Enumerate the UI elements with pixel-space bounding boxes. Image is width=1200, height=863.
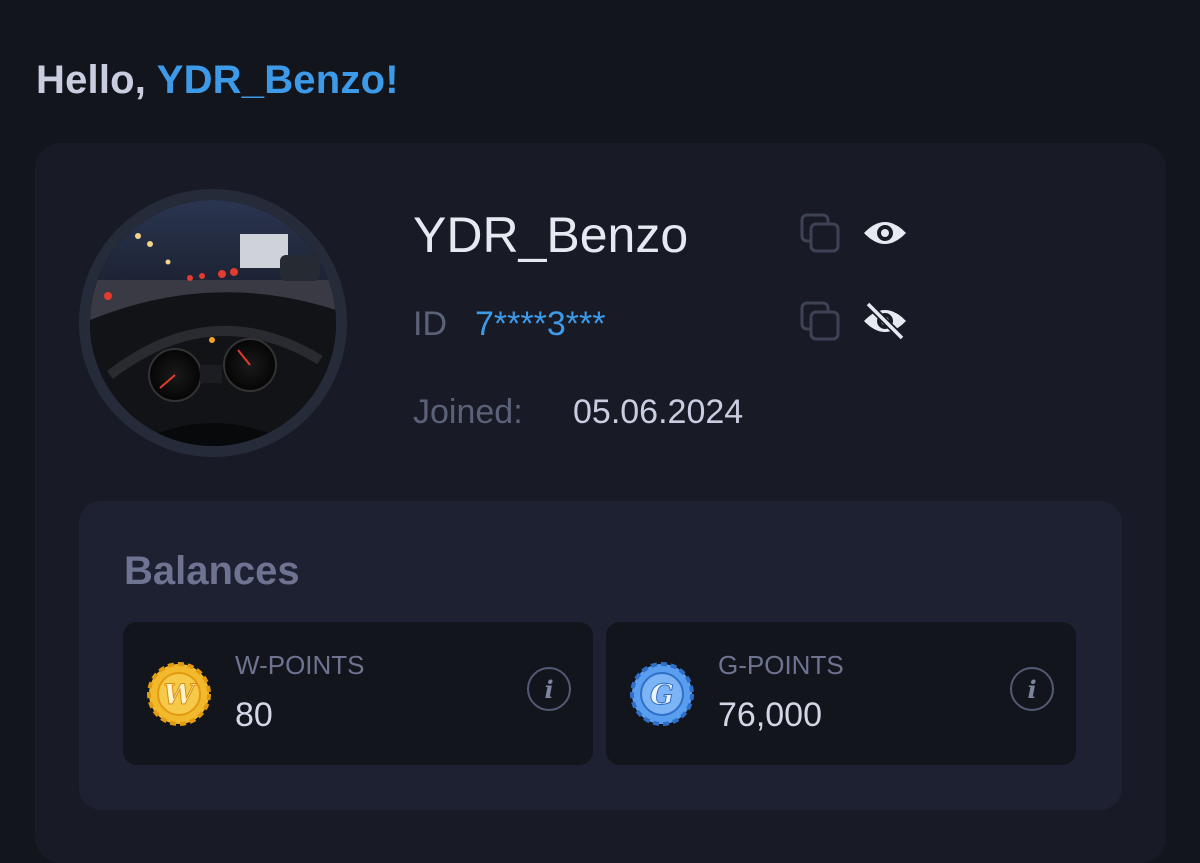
eye-icon: [864, 222, 906, 244]
balance-tile-g-points: G G-POINTS 76,000 i: [606, 622, 1076, 765]
avatar[interactable]: [79, 189, 347, 457]
eye-off-icon: [864, 301, 906, 341]
copy-id-button[interactable]: [797, 298, 843, 344]
w-points-label: W-POINTS: [235, 650, 365, 680]
avatar-photo: [90, 200, 336, 446]
copy-icon: [800, 213, 840, 253]
w-coin-icon: W: [147, 662, 211, 726]
g-points-value: 76,000: [718, 696, 822, 734]
id-label: ID: [413, 305, 447, 343]
joined-date: 05.06.2024: [573, 393, 744, 431]
toggle-id-visibility-button[interactable]: [862, 298, 908, 344]
balances-title: Balances: [124, 549, 300, 593]
svg-text:G: G: [650, 678, 674, 711]
joined-label: Joined:: [413, 393, 523, 431]
w-points-info-button[interactable]: i: [527, 667, 571, 711]
info-icon: i: [544, 674, 554, 704]
greeting-username: YDR_Benzo!: [156, 58, 399, 102]
greeting-prefix: Hello,: [36, 58, 157, 102]
profile-name: YDR_Benzo: [413, 207, 689, 263]
balances-panel: Balances W W-POINTS 80 i G G-POINTS 76,0…: [79, 501, 1122, 810]
greeting-heading: Hello, YDR_Benzo!: [36, 58, 399, 103]
copy-icon: [800, 301, 840, 341]
svg-text:W: W: [163, 678, 197, 711]
toggle-name-visibility-button[interactable]: [862, 210, 908, 256]
id-value: 7****3***: [475, 305, 606, 343]
balance-tile-w-points: W W-POINTS 80 i: [123, 622, 593, 765]
copy-name-button[interactable]: [797, 210, 843, 256]
g-points-label: G-POINTS: [718, 650, 844, 680]
g-coin-icon: G: [630, 662, 694, 726]
g-points-info-button[interactable]: i: [1010, 667, 1054, 711]
w-points-value: 80: [235, 696, 273, 734]
info-icon: i: [1027, 674, 1037, 704]
